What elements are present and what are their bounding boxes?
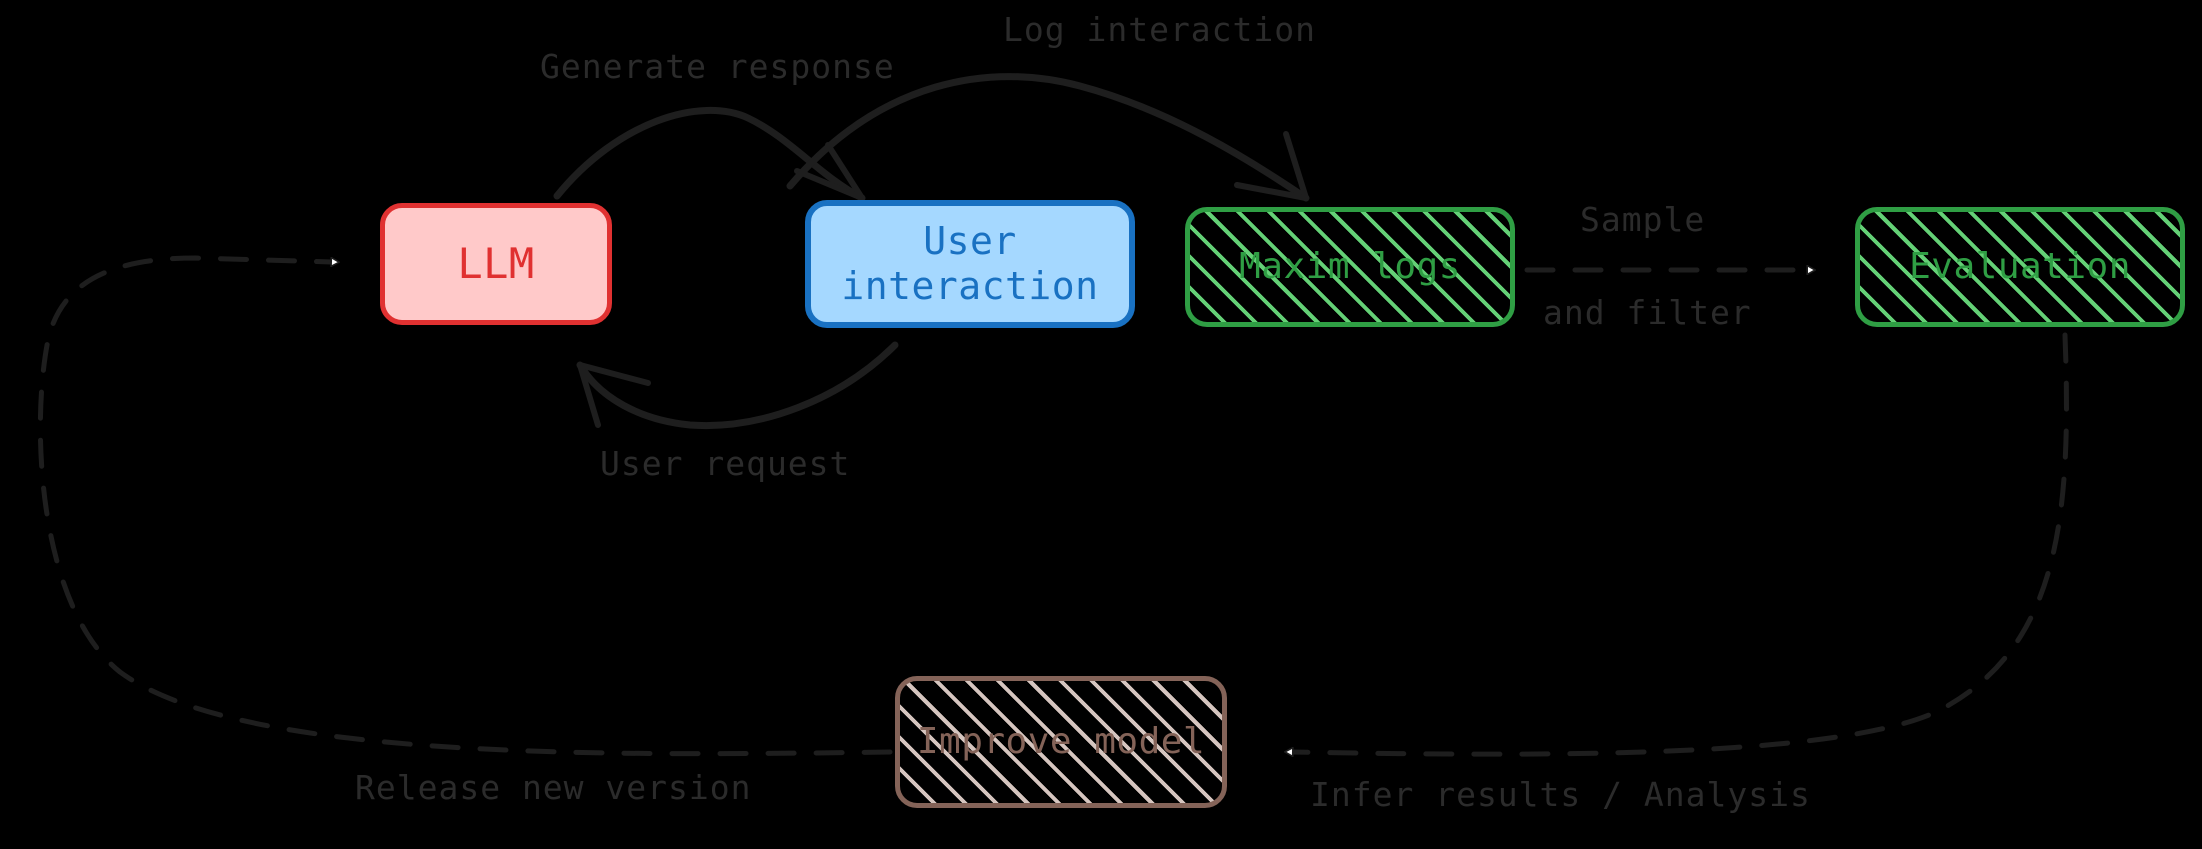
edge-label-release-new-version: Release new version — [355, 768, 752, 807]
edge-label-log-interaction: Log interaction — [1003, 10, 1317, 49]
node-maxim-logs[interactable]: Maxim logs — [1185, 207, 1515, 327]
node-llm[interactable]: LLM — [380, 203, 612, 325]
edge-label-and-filter: and filter — [1543, 293, 1752, 332]
edge-user-request — [576, 341, 899, 430]
edge-release-new-version — [37, 255, 893, 757]
edge-generate-response — [553, 107, 866, 202]
node-user-interaction[interactable]: User interaction — [805, 200, 1135, 328]
diagram-canvas: LLM User interaction Maxim logs Evaluati… — [0, 0, 2202, 849]
node-improve-model[interactable]: Improve model — [895, 676, 1227, 808]
edge-label-generate-response: Generate response — [540, 47, 895, 86]
edge-label-user-request: User request — [600, 444, 851, 483]
node-evaluation-label: Evaluation — [1909, 245, 2131, 287]
node-evaluation[interactable]: Evaluation — [1855, 207, 2185, 327]
node-llm-label: LLM — [457, 239, 535, 289]
edge-label-sample: Sample — [1580, 200, 1706, 239]
edge-infer-results — [1292, 332, 2069, 754]
edge-label-infer-results: Infer results / Analysis — [1310, 775, 1811, 814]
node-maxim-logs-label: Maxim logs — [1239, 245, 1461, 287]
node-user-interaction-label: User interaction — [841, 219, 1099, 308]
edge-log-interaction — [786, 73, 1310, 202]
node-improve-model-label: Improve model — [916, 720, 1206, 762]
